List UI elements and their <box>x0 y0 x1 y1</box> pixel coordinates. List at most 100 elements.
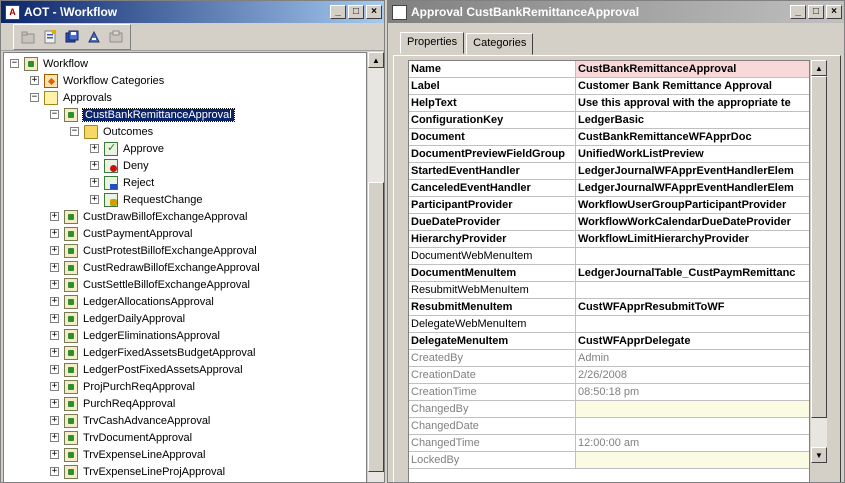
property-row[interactable]: ConfigurationKey LedgerBasic <box>409 112 809 129</box>
property-value[interactable]: 12:00:00 am <box>576 435 809 451</box>
property-value[interactable] <box>576 418 809 434</box>
open-icon[interactable] <box>19 28 37 46</box>
expand-icon[interactable]: + <box>90 161 99 170</box>
property-value[interactable] <box>576 401 809 417</box>
expand-icon[interactable]: + <box>50 246 59 255</box>
tree-vertical-scrollbar[interactable]: ▲ <box>368 52 384 482</box>
expand-icon[interactable]: + <box>50 467 59 476</box>
property-value[interactable] <box>576 452 809 468</box>
tree-node-approval[interactable]: + LedgerPostFixedAssetsApproval <box>50 361 243 378</box>
expand-icon[interactable]: + <box>50 280 59 289</box>
property-row[interactable]: DelegateWebMenuItem <box>409 316 809 333</box>
property-row[interactable]: DocumentPreviewFieldGroup UnifiedWorkList… <box>409 146 809 163</box>
expand-icon[interactable]: + <box>50 416 59 425</box>
expand-icon[interactable]: + <box>90 178 99 187</box>
expand-icon[interactable]: + <box>50 382 59 391</box>
property-row[interactable]: ChangedDate <box>409 418 809 435</box>
property-value[interactable] <box>576 316 809 332</box>
collapse-icon[interactable]: − <box>50 110 59 119</box>
expand-icon[interactable]: + <box>50 314 59 323</box>
property-value[interactable]: UnifiedWorkListPreview <box>576 146 809 162</box>
import-icon[interactable] <box>107 28 125 46</box>
property-row[interactable]: HierarchyProvider WorkflowLimitHierarchyP… <box>409 231 809 248</box>
property-row[interactable]: CanceledEventHandler LedgerJournalWFApprE… <box>409 180 809 197</box>
property-row[interactable]: LockedBy <box>409 452 809 469</box>
maximize-button[interactable]: □ <box>808 5 824 19</box>
property-row[interactable]: ChangedBy <box>409 401 809 418</box>
scroll-thumb[interactable] <box>368 182 384 472</box>
expand-icon[interactable]: + <box>90 195 99 204</box>
property-row[interactable]: StartedEventHandler LedgerJournalWFApprEv… <box>409 163 809 180</box>
tree-node-approvals[interactable]: − Approvals <box>30 89 112 106</box>
property-row[interactable]: Document CustBankRemittanceWFApprDoc <box>409 129 809 146</box>
expand-icon[interactable]: + <box>50 212 59 221</box>
property-row[interactable]: ResubmitWebMenuItem <box>409 282 809 299</box>
tree-node-approval[interactable]: + LedgerEliminationsApproval <box>50 327 220 344</box>
property-row[interactable]: CreationDate 2/26/2008 <box>409 367 809 384</box>
tree-node-workflow-categories[interactable]: + Workflow Categories <box>30 72 164 89</box>
property-value[interactable]: CustBankRemittanceWFApprDoc <box>576 129 809 145</box>
property-value[interactable]: CustWFApprResubmitToWF <box>576 299 809 315</box>
tree-node-approval[interactable]: + ProjPurchReqApproval <box>50 378 195 395</box>
properties-icon[interactable] <box>41 28 59 46</box>
compile-icon[interactable] <box>85 28 103 46</box>
property-value[interactable]: WorkflowUserGroupParticipantProvider <box>576 197 809 213</box>
property-row[interactable]: DocumentWebMenuItem <box>409 248 809 265</box>
property-row[interactable]: HelpText Use this approval with the appro… <box>409 95 809 112</box>
expand-icon[interactable]: + <box>30 76 39 85</box>
property-value[interactable]: LedgerJournalTable_CustPaymRemittanc <box>576 265 809 281</box>
tab-categories[interactable]: Categories <box>466 33 534 55</box>
expand-icon[interactable]: + <box>50 229 59 238</box>
property-row[interactable]: ParticipantProvider WorkflowUserGroupPart… <box>409 197 809 214</box>
maximize-button[interactable]: □ <box>348 5 364 19</box>
aot-titlebar[interactable]: A AOT - \Workflow _ □ × <box>1 1 384 23</box>
property-row[interactable]: ResubmitMenuItem CustWFApprResubmitToWF <box>409 299 809 316</box>
tree-node-approval[interactable]: + CustDrawBillofExchangeApproval <box>50 208 247 225</box>
property-value[interactable]: Use this approval with the appropriate t… <box>576 95 809 111</box>
collapse-icon[interactable]: − <box>70 127 79 136</box>
property-value[interactable]: LedgerJournalWFApprEventHandlerElem <box>576 163 809 179</box>
tree-node-approval[interactable]: + TrvDocumentApproval <box>50 429 192 446</box>
expand-icon[interactable]: + <box>50 263 59 272</box>
minimize-button[interactable]: _ <box>330 5 346 19</box>
expand-icon[interactable]: + <box>50 331 59 340</box>
property-value[interactable] <box>576 282 809 298</box>
tree-node-outcomes[interactable]: − Outcomes <box>70 123 153 140</box>
property-row[interactable]: Label Customer Bank Remittance Approval <box>409 78 809 95</box>
expand-icon[interactable]: + <box>50 450 59 459</box>
tree-node-selected-approval[interactable]: − CustBankRemittanceApproval <box>50 106 235 123</box>
property-value[interactable]: WorkflowWorkCalendarDueDateProvider <box>576 214 809 230</box>
property-value[interactable]: CustWFApprDelegate <box>576 333 809 349</box>
tree-node-approval[interactable]: + LedgerFixedAssetsBudgetApproval <box>50 344 255 361</box>
tree-node-outcome-deny[interactable]: + Deny <box>90 157 149 174</box>
property-grid[interactable]: Name CustBankRemittanceApproval Label Custo… <box>408 60 810 483</box>
expand-icon[interactable]: + <box>50 297 59 306</box>
property-row[interactable]: CreationTime 08:50:18 pm <box>409 384 809 401</box>
property-row[interactable]: DocumentMenuItem LedgerJournalTable_CustP… <box>409 265 809 282</box>
tab-properties[interactable]: Properties <box>400 32 465 54</box>
save-all-icon[interactable] <box>63 28 81 46</box>
tree-node-approval[interactable]: + TrvCashAdvanceApproval <box>50 412 210 429</box>
expand-icon[interactable]: + <box>50 348 59 357</box>
property-value[interactable]: LedgerBasic <box>576 112 809 128</box>
properties-titlebar[interactable]: Approval CustBankRemittanceApproval _ □ … <box>388 1 844 23</box>
tree-node-approval[interactable]: + LedgerAllocationsApproval <box>50 293 214 310</box>
grid-vertical-scrollbar[interactable]: ▲ ▼ <box>811 60 827 463</box>
tree-node-approval[interactable]: + LedgerDailyApproval <box>50 310 185 327</box>
tree-node-approval[interactable]: + CustPaymentApproval <box>50 225 192 242</box>
collapse-icon[interactable]: − <box>30 93 39 102</box>
expand-icon[interactable]: + <box>50 365 59 374</box>
property-value[interactable]: Admin <box>576 350 809 366</box>
property-value[interactable]: LedgerJournalWFApprEventHandlerElem <box>576 180 809 196</box>
close-button[interactable]: × <box>366 5 382 19</box>
scroll-up-icon[interactable]: ▲ <box>811 60 827 76</box>
close-button[interactable]: × <box>826 5 842 19</box>
tree-node-approval[interactable]: + CustRedrawBillofExchangeApproval <box>50 259 260 276</box>
property-row[interactable]: ChangedTime 12:00:00 am <box>409 435 809 452</box>
property-row[interactable]: Name CustBankRemittanceApproval <box>409 61 809 78</box>
property-value[interactable]: 2/26/2008 <box>576 367 809 383</box>
scroll-thumb[interactable] <box>811 76 827 418</box>
expand-icon[interactable]: + <box>50 399 59 408</box>
tree-node-approval[interactable]: + CustProtestBillofExchangeApproval <box>50 242 257 259</box>
tree-node-approval[interactable]: + TrvExpenseLineProjApproval <box>50 463 225 480</box>
